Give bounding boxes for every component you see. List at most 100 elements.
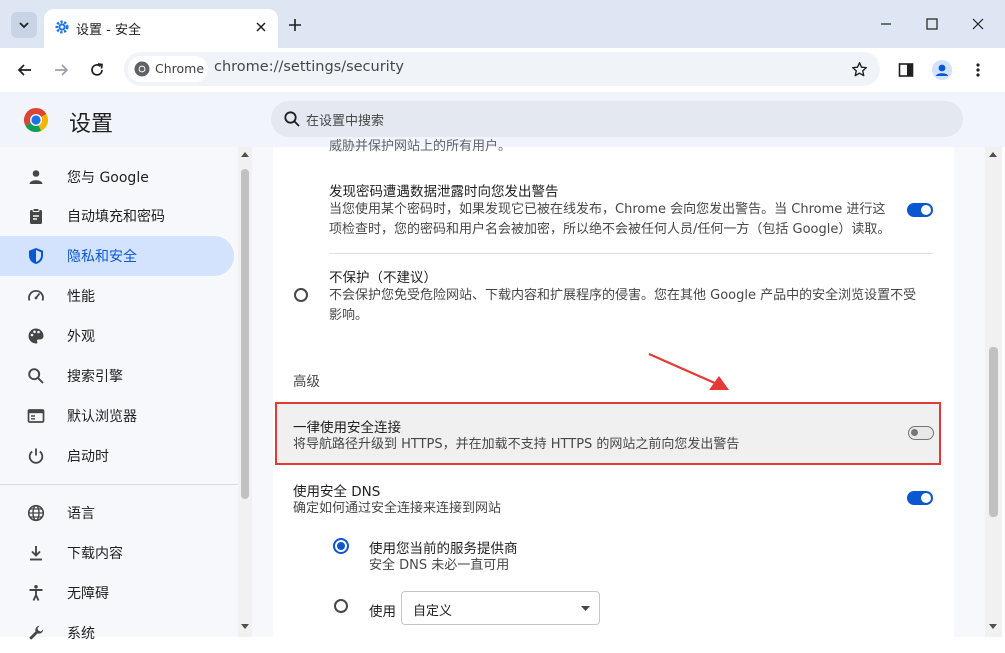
site-info-chip[interactable]: Chrome [128, 56, 208, 82]
dns-provider-select[interactable]: 自定义 [401, 591, 600, 625]
sidebar-item-languages[interactable]: 语言 [0, 493, 234, 533]
search-placeholder: 在设置中搜索 [306, 114, 385, 129]
dns-current-provider-radio[interactable] [333, 538, 349, 554]
sidebar-item-default-browser[interactable]: 默认浏览器 [0, 396, 234, 436]
dns-custom-label: 使用 [369, 604, 396, 620]
side-panel-icon [898, 63, 914, 77]
close-icon [256, 22, 266, 32]
plus-icon [289, 19, 301, 31]
sidebar-scrollbar[interactable] [238, 147, 252, 637]
dns-current-provider-desc: 安全 DNS 未必一直可用 [369, 558, 510, 573]
settings-sidebar: 您与 Google 自动填充和密码 隐私和安全 性能 外观 搜索引擎 默认浏览器… [0, 147, 252, 642]
chevron-down-icon [19, 22, 29, 29]
sidebar-item-performance[interactable]: 性能 [0, 276, 234, 316]
speedometer-icon [28, 290, 44, 301]
password-warning-title: 发现密码遭遇数据泄露时向您发出警告 [329, 184, 559, 200]
browser-toolbar: Chrome chrome://settings/security [0, 48, 1005, 90]
sidebar-item-label: 搜索引擎 [67, 369, 123, 385]
url-text[interactable]: chrome://settings/security [214, 59, 404, 75]
sidebar-item-system[interactable]: 系统 [0, 613, 234, 653]
radio-dot [337, 542, 345, 550]
sidebar-item-label: 外观 [67, 329, 95, 345]
secure-dns-title: 使用安全 DNS [293, 484, 381, 500]
sidebar-scroll-thumb[interactable] [241, 169, 249, 499]
password-warning-desc: 当您使用某个密码时，如果发现它已被在线发布，Chrome 会向您发出警告。当 C… [329, 202, 891, 237]
profile-button[interactable] [929, 57, 955, 83]
wrench-icon [29, 625, 44, 640]
sidebar-item-search-engine[interactable]: 搜索引擎 [0, 356, 234, 396]
reload-icon [91, 63, 103, 76]
settings-search-input[interactable]: 在设置中搜索 [271, 101, 963, 137]
sidebar-item-accessibility[interactable]: 无障碍 [0, 573, 234, 613]
sidebar-item-label: 自动填充和密码 [67, 209, 165, 225]
sidebar-item-label: 您与 Google [67, 170, 149, 186]
close-icon [972, 18, 984, 30]
secure-dns-toggle[interactable] [907, 491, 933, 505]
https-only-toggle[interactable] [908, 426, 934, 440]
chrome-logo-icon [23, 108, 49, 132]
back-button[interactable] [12, 57, 38, 83]
address-bar[interactable]: Chrome chrome://settings/security [124, 52, 880, 86]
sidebar-item-label: 性能 [67, 289, 95, 305]
sidebar-divider [0, 484, 238, 485]
secure-dns-desc: 确定如何通过安全连接来连接到网站 [293, 501, 502, 516]
advanced-heading: 高级 [293, 374, 320, 390]
row-divider [329, 253, 933, 254]
https-only-desc: 将导航路径升级到 HTTPS，并在加载不支持 HTTPS 的网站之前向您发出警告 [293, 437, 740, 452]
tab-search-button[interactable] [11, 12, 37, 38]
main-scroll-thumb[interactable] [989, 347, 998, 517]
menu-button[interactable] [965, 57, 991, 83]
close-window-button[interactable] [964, 10, 992, 38]
sidebar-item-label: 默认浏览器 [67, 409, 137, 425]
sidebar-item-label: 启动时 [67, 449, 109, 465]
new-tab-button[interactable] [284, 14, 306, 36]
sidebar-item-on-startup[interactable]: 启动时 [0, 436, 234, 476]
site-chip-label: Chrome [155, 61, 205, 76]
sidebar-item-privacy-security[interactable]: 隐私和安全 [0, 236, 234, 276]
https-only-row[interactable]: 一律使用安全连接 将导航路径升级到 HTTPS，并在加载不支持 HTTPS 的网… [275, 402, 941, 465]
chrome-logo-icon [134, 61, 150, 77]
search-icon [28, 368, 44, 384]
tab-title: 设置 - 安全 [76, 23, 141, 38]
scroll-up-arrow[interactable] [989, 152, 997, 157]
sidebar-item-appearance[interactable]: 外观 [0, 316, 234, 356]
password-warning-toggle[interactable] [907, 203, 933, 217]
active-tab[interactable]: 设置 - 安全 [44, 9, 278, 48]
tab-close-button[interactable] [252, 18, 270, 36]
dns-provider-select-value: 自定义 [413, 604, 453, 619]
maximize-icon [926, 18, 938, 30]
forward-button[interactable] [48, 57, 74, 83]
dns-custom-radio[interactable] [334, 599, 348, 613]
sidebar-item-label: 语言 [67, 506, 95, 522]
reload-button[interactable] [84, 57, 110, 83]
accessibility-icon [29, 585, 43, 601]
globe-icon [27, 504, 45, 522]
dropdown-arrow-icon [581, 606, 590, 611]
side-panel-button[interactable] [893, 57, 919, 83]
dns-current-provider-title: 使用您当前的服务提供商 [369, 541, 518, 557]
scroll-down-arrow[interactable] [241, 624, 249, 629]
sidebar-item-autofill[interactable]: 自动填充和密码 [0, 196, 234, 236]
toggle-knob [911, 429, 918, 436]
no-protection-radio[interactable] [294, 288, 308, 302]
sidebar-item-label: 隐私和安全 [67, 249, 137, 265]
bookmark-button[interactable] [848, 58, 870, 80]
scroll-down-arrow[interactable] [989, 624, 997, 629]
clipboard-icon [30, 208, 42, 224]
cut-off-text: 威胁并保护网站上的所有用户。 [329, 139, 512, 154]
minimize-button[interactable] [872, 10, 900, 38]
shield-icon [29, 248, 43, 264]
palette-icon [28, 328, 44, 344]
sidebar-item-downloads[interactable]: 下载内容 [0, 533, 234, 573]
maximize-button[interactable] [918, 10, 946, 38]
https-only-title: 一律使用安全连接 [293, 420, 401, 436]
annotation-arrow-icon [648, 352, 729, 390]
toggle-knob [921, 205, 931, 215]
scroll-up-arrow[interactable] [241, 152, 249, 157]
download-icon [30, 546, 42, 561]
no-protection-desc: 不会保护您免受危险网站、下载内容和扩展程序的侵害。您在其他 Google 产品中… [329, 288, 917, 323]
main-scrollbar[interactable] [985, 147, 1002, 637]
arrow-left-icon [17, 64, 31, 76]
sidebar-item-you-and-google[interactable]: 您与 Google [0, 157, 234, 197]
tab-strip: 设置 - 安全 [0, 0, 1005, 48]
